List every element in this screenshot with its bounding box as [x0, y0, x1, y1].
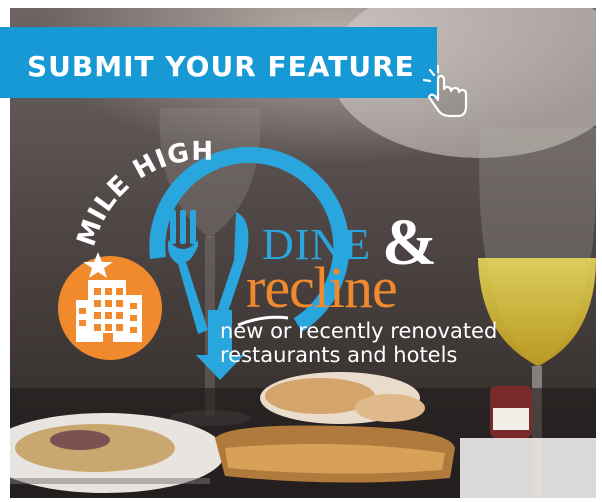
logo-word-recline: recline — [246, 255, 398, 320]
hotel-building-icon — [58, 256, 162, 360]
tagline: new or recently renovated restaurants an… — [220, 319, 497, 367]
fork-icon — [168, 210, 208, 334]
pointing-hand-icon — [422, 64, 468, 118]
feature-graphic: SUBMIT YOUR FEATURE MILE HIGH DINE & rec… — [0, 0, 602, 502]
tagline-line-1: new or recently renovated — [220, 319, 498, 343]
banner-title[interactable]: SUBMIT YOUR FEATURE — [27, 50, 415, 83]
tagline-line-2: restaurants and hotels — [220, 343, 458, 367]
